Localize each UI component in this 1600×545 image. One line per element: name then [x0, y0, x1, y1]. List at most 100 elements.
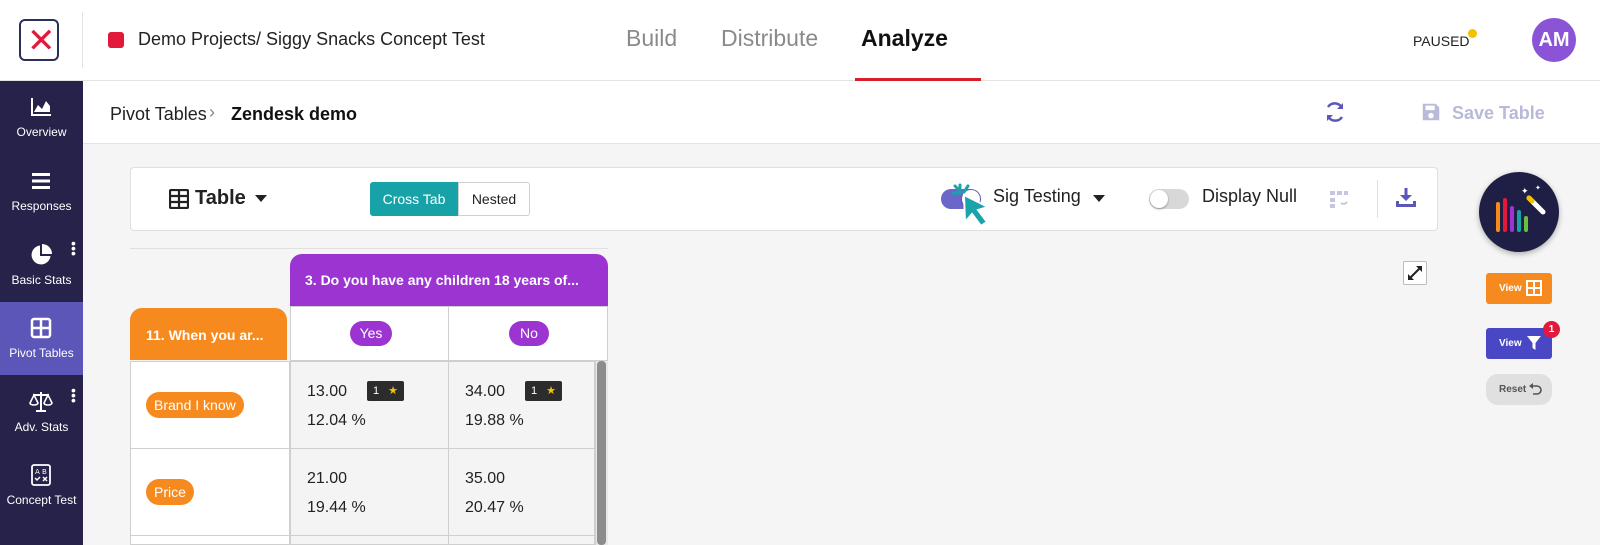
cell-value: 21.00 [307, 470, 348, 487]
tab-distribute[interactable]: Distribute [721, 25, 818, 52]
cross-tab-button[interactable]: Cross Tab [370, 182, 458, 216]
refresh-icon[interactable] [1323, 100, 1347, 124]
divider [1377, 180, 1378, 218]
scrollbar-thumb[interactable] [597, 361, 606, 545]
sidebar-item-overview[interactable]: Overview [0, 81, 83, 154]
cell-percent: 12.04 % [307, 412, 366, 429]
click-cursor-icon [952, 183, 991, 228]
sig-count: 1 [531, 385, 538, 397]
filter-icon [1527, 336, 1541, 350]
view-table-label: View [1499, 283, 1522, 294]
sidebar-item-adv-stats[interactable]: • • • Adv. Stats [0, 376, 83, 449]
divider [130, 248, 608, 249]
reset-button[interactable]: Reset [1486, 374, 1552, 405]
sig-badge[interactable]: 1 ★ [367, 381, 404, 401]
view-filters-label: View [1499, 338, 1522, 349]
sidebar-item-basic-stats[interactable]: • • • Basic Stats [0, 229, 83, 302]
list-icon [32, 173, 50, 189]
save-icon[interactable] [1420, 101, 1442, 123]
user-avatar[interactable]: AM [1532, 18, 1576, 62]
sig-count: 1 [373, 385, 380, 397]
view-table-button[interactable]: View [1486, 273, 1552, 304]
magic-wand-icon: ✦ ✦ [1496, 184, 1546, 232]
breadcrumb-current: Zendesk demo [231, 104, 358, 124]
undo-icon [1529, 383, 1542, 395]
scale-icon [29, 392, 53, 412]
table-cell: 34.00 1 ★ 19.88 % [448, 361, 595, 449]
breadcrumb-bar: Pivot Tables › Zendesk demo Save Table [83, 81, 1600, 144]
pie-chart-icon [31, 244, 52, 265]
top-bar: ✕ Demo Projects/ Siggy Snacks Concept Te… [0, 0, 1600, 81]
chart-area-icon [31, 98, 51, 116]
sidebar-item-label: Responses [11, 199, 72, 213]
sidebar-item-pivot-tables[interactable]: Pivot Tables [0, 302, 83, 375]
table-cell: 21.00 19.44 % [290, 448, 449, 536]
column-label-pill: Yes [350, 321, 392, 346]
cell-percent: 19.44 % [307, 499, 366, 516]
caret-down-icon[interactable] [1093, 195, 1105, 202]
svg-text:B: B [42, 468, 47, 476]
table-grid-icon [30, 317, 52, 339]
svg-text:A: A [35, 468, 40, 476]
star-icon: ★ [388, 385, 398, 397]
logo-x-icon: ✕ [27, 21, 56, 61]
view-type-dropdown[interactable]: Table [195, 187, 246, 210]
divider [82, 12, 83, 68]
nested-button[interactable]: Nested [458, 182, 530, 216]
tab-analyze[interactable]: Analyze [861, 25, 948, 52]
cell-value: 13.00 [307, 383, 348, 400]
breadcrumb-parent[interactable]: Pivot Tables [110, 104, 207, 125]
row-label-pill: Brand I know [146, 392, 244, 418]
tab-build[interactable]: Build [626, 25, 677, 52]
row-header-brand: Brand I know [130, 361, 290, 449]
more-options-icon[interactable]: • • • [71, 236, 76, 260]
sidebar-item-label: Concept Test [6, 493, 77, 507]
sidebar-item-responses[interactable]: Responses [0, 155, 83, 228]
reset-label: Reset [1499, 384, 1527, 395]
display-null-label: Display Null [1202, 186, 1298, 206]
svg-text:✦: ✦ [1521, 187, 1529, 197]
column-header-yes: Yes [290, 306, 449, 361]
toggle-knob [1150, 190, 1168, 208]
star-icon: ★ [546, 385, 556, 397]
sig-badge[interactable]: 1 ★ [525, 381, 562, 401]
row-question-header[interactable]: 11. When you ar... [130, 308, 287, 360]
sidebar-item-concept-test[interactable]: AB Concept Test [0, 449, 83, 522]
chevron-right-icon: › [209, 102, 215, 122]
table-icon [1526, 280, 1542, 296]
cell-value: 34.00 [465, 383, 506, 400]
row-header-price: Price [130, 448, 290, 536]
sidebar: Overview Responses • • • Basic Stats Pivot… [0, 81, 83, 545]
project-title[interactable]: Demo Projects/ Siggy Snacks Concept Test [138, 29, 485, 50]
cell-value: 35.00 [465, 470, 506, 487]
caret-down-icon[interactable] [255, 195, 267, 202]
sidebar-item-label: Pivot Tables [9, 346, 74, 360]
row-header [130, 535, 290, 545]
sidebar-item-label: Basic Stats [11, 273, 72, 287]
cell-percent: 19.88 % [465, 412, 524, 429]
svg-text:✦: ✦ [1535, 184, 1541, 192]
project-color-icon [108, 32, 124, 48]
download-icon[interactable] [1394, 186, 1418, 210]
pivot-toolbar: Table Cross Tab Nested Sig Testing Displ… [130, 167, 1438, 231]
expand-button[interactable] [1403, 261, 1427, 285]
row-label-pill: Price [146, 479, 194, 505]
columns-settings-icon[interactable] [1329, 189, 1349, 209]
sidebar-item-label: Adv. Stats [14, 420, 69, 434]
more-options-icon[interactable]: • • • [71, 383, 76, 407]
table-cell [448, 535, 595, 545]
expand-icon [1408, 266, 1422, 280]
app-logo[interactable]: ✕ [19, 19, 59, 61]
sidebar-item-label: Overview [16, 125, 67, 139]
ab-test-icon: AB [31, 464, 51, 486]
column-header-no: No [448, 306, 608, 361]
display-null-toggle[interactable] [1149, 189, 1189, 209]
table-cell: 13.00 1 ★ 12.04 % [290, 361, 449, 449]
cell-percent: 20.47 % [465, 499, 524, 516]
save-table-button[interactable]: Save Table [1452, 103, 1545, 124]
project-status: PAUSED [1413, 33, 1470, 49]
column-label-pill: No [509, 321, 549, 346]
magic-wand-button[interactable]: ✦ ✦ [1479, 172, 1559, 252]
view-filters-button[interactable]: View [1486, 328, 1552, 359]
column-question-header[interactable]: 3. Do you have any children 18 years of.… [290, 254, 608, 306]
